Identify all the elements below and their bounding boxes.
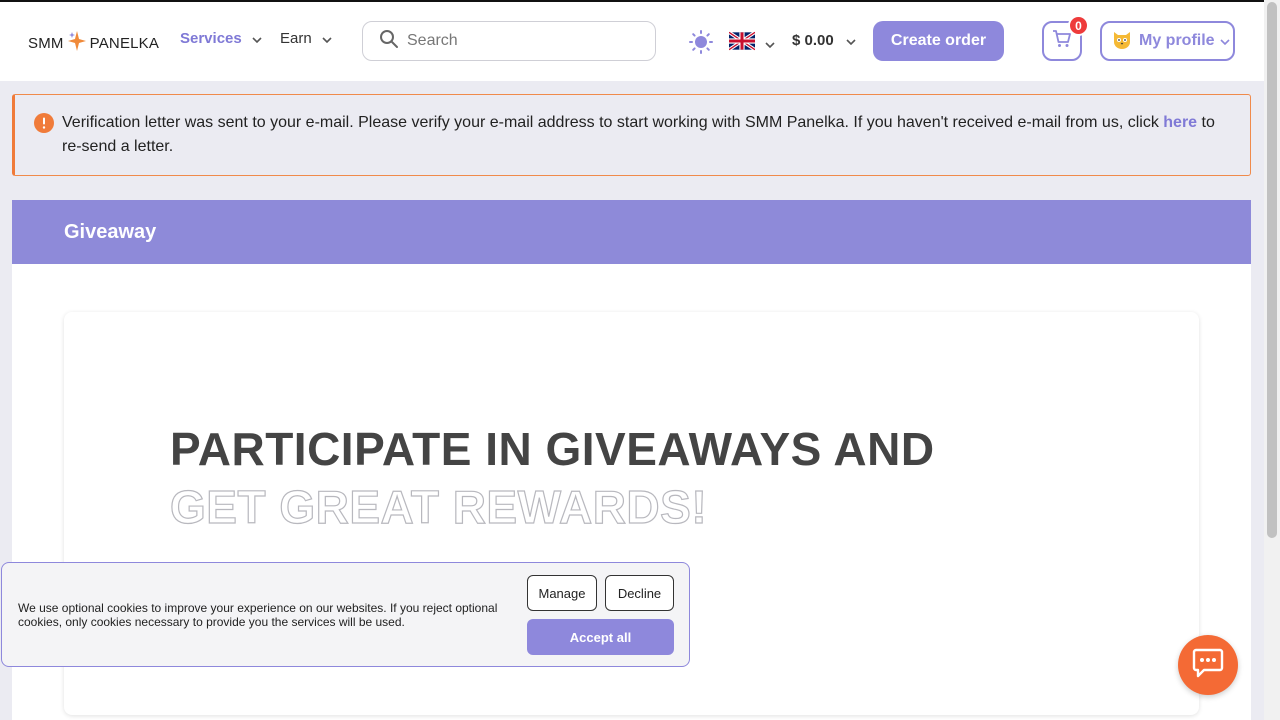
chevron-down-icon xyxy=(765,35,775,53)
profile-menu-button[interactable]: My profile xyxy=(1100,21,1235,61)
site-header: SMM PANELKA Services Earn Search $ 0.00 … xyxy=(0,2,1264,81)
alert-message: Verification letter was sent to your e-m… xyxy=(62,111,1237,159)
nav-services-label: Services xyxy=(180,30,242,47)
chevron-down-icon xyxy=(252,30,262,47)
search-box[interactable] xyxy=(362,21,656,61)
hero-headline-line1: PARTICIPATE IN GIVEAWAYS AND xyxy=(170,423,935,475)
cart-count-badge: 0 xyxy=(1068,15,1089,36)
balance-value: $ 0.00 xyxy=(792,32,834,49)
cookie-message: We use optional cookies to improve your … xyxy=(18,601,498,629)
cart-icon xyxy=(1052,29,1072,54)
decline-cookies-button[interactable]: Decline xyxy=(605,575,674,611)
logo-text-left: SMM xyxy=(28,34,64,52)
nav-services[interactable]: Services xyxy=(180,30,262,47)
cookie-banner: We use optional cookies to improve your … xyxy=(1,562,690,667)
verification-alert: Verification letter was sent to your e-m… xyxy=(12,94,1251,176)
chat-bubble-icon xyxy=(1192,648,1224,683)
balance-selector[interactable]: $ 0.00 xyxy=(792,32,856,49)
nav-earn-label: Earn xyxy=(280,30,312,47)
chat-button[interactable] xyxy=(1178,635,1238,695)
cat-avatar-icon xyxy=(1111,28,1133,55)
chevron-down-icon xyxy=(322,30,332,47)
manage-cookies-button[interactable]: Manage xyxy=(527,575,597,611)
site-logo[interactable]: SMM PANELKA xyxy=(28,30,159,56)
alert-text-before: Verification letter was sent to your e-m… xyxy=(62,114,1164,131)
logo-text-right: PANELKA xyxy=(89,34,160,52)
scrollbar-thumb[interactable] xyxy=(1267,2,1277,538)
giveaway-section-header: Giveaway xyxy=(12,200,1251,264)
sun-icon[interactable] xyxy=(689,30,713,59)
section-title: Giveaway xyxy=(64,221,157,243)
profile-label: My profile xyxy=(1139,32,1215,49)
language-selector[interactable] xyxy=(728,30,775,56)
search-input[interactable] xyxy=(407,32,627,50)
uk-flag-icon xyxy=(728,30,756,56)
nav-earn[interactable]: Earn xyxy=(280,30,332,47)
create-order-button[interactable]: Create order xyxy=(873,21,1004,61)
hero-headline-line2: GET GREAT REWARDS! xyxy=(169,480,708,533)
chevron-down-icon xyxy=(1219,32,1230,50)
accept-all-cookies-button[interactable]: Accept all xyxy=(527,619,674,655)
search-icon xyxy=(379,29,399,54)
exclamation-icon xyxy=(34,113,54,138)
sparkle-star-icon xyxy=(67,30,87,56)
page-scrollbar[interactable] xyxy=(1264,0,1280,720)
resend-link[interactable]: here xyxy=(1163,114,1197,131)
chevron-down-icon xyxy=(846,32,856,49)
